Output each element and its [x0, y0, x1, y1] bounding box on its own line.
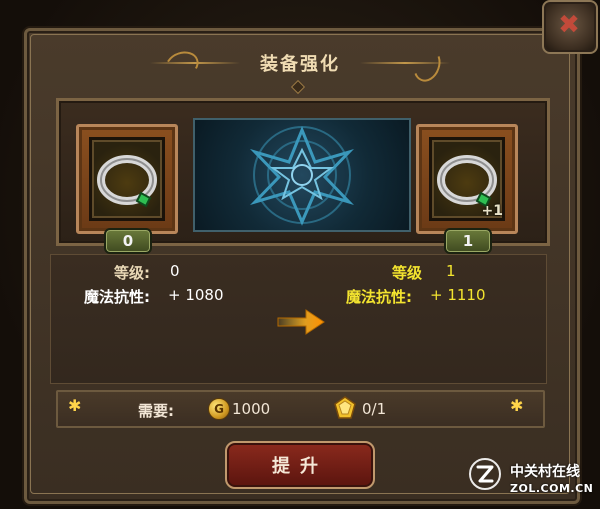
next-attr-label: 魔法抗性:: [346, 288, 412, 306]
result-level-badge: 1: [444, 228, 492, 254]
enhance-plus-label: +1: [481, 203, 503, 219]
current-level-badge: 0: [104, 228, 152, 254]
close-button[interactable]: ✖: [542, 0, 598, 54]
ring-icon: [97, 155, 157, 208]
current-item-frame: [89, 137, 165, 221]
magic-circle-icon: [250, 126, 354, 226]
current-item-slot[interactable]: [76, 124, 178, 234]
result-item-slot[interactable]: +1: [416, 124, 518, 234]
gold-cost: 1000: [232, 400, 271, 418]
next-level-value: 1: [446, 262, 456, 280]
current-level-label: 等级:: [114, 264, 150, 282]
upgrade-button-label: 提升: [272, 456, 328, 477]
current-level-value: 0: [170, 262, 180, 280]
close-icon: ✖: [558, 10, 580, 40]
watermark-brand-cn: 中关村在线: [510, 464, 580, 480]
requirements-bar: [56, 390, 545, 428]
magic-circle: [193, 118, 411, 232]
material-count: 0/1: [362, 400, 387, 418]
gold-coin-symbol: G: [214, 402, 224, 416]
watermark-brand-en: ZOL.COM.CN: [510, 482, 594, 495]
right-star-icon: ✱: [510, 396, 524, 415]
next-attr-value: + 1110: [430, 286, 486, 304]
next-level-label: 等级: [392, 264, 423, 282]
gold-coin-icon: G: [208, 398, 230, 420]
current-attr-value: + 1080: [168, 286, 224, 304]
upgrade-button[interactable]: 提升: [225, 441, 375, 489]
requirements-label: 需要:: [138, 402, 174, 420]
current-attr-label: 魔法抗性:: [84, 288, 150, 306]
arrow-right-icon: [277, 309, 325, 335]
left-star-icon: ✱: [68, 396, 82, 415]
zol-logo-icon: [469, 458, 501, 490]
page-title: 装备强化: [260, 54, 340, 75]
enhancement-stone-icon: [334, 396, 356, 419]
